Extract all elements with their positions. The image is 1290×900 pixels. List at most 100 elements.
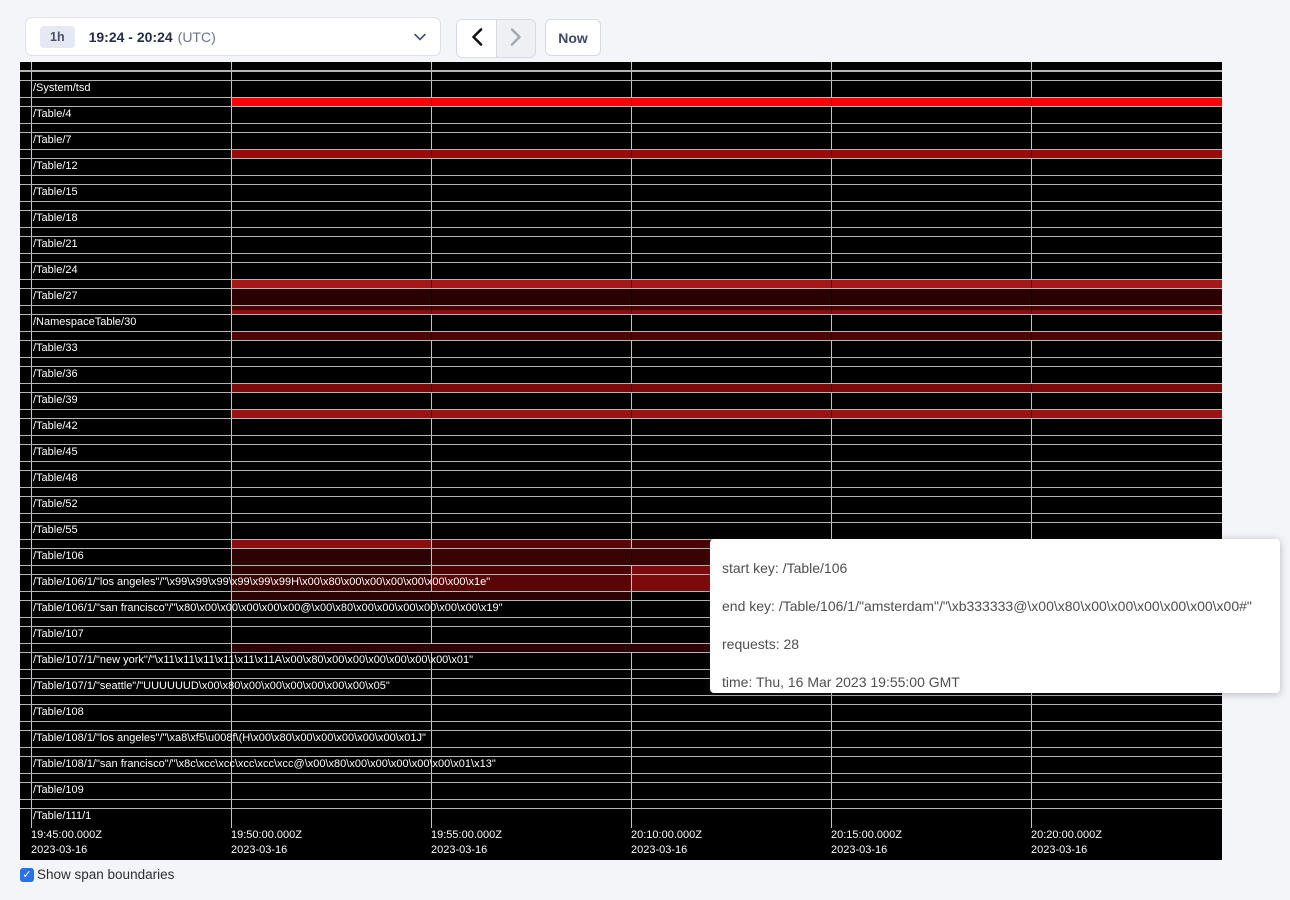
heat-cell[interactable] [1031,150,1222,158]
x-axis-date: 2023-03-16 [831,843,902,858]
heat-cell[interactable] [631,98,831,106]
row-label: /Table/52 [33,497,78,512]
heat-cell[interactable] [631,289,831,305]
heat-cell[interactable] [1031,410,1222,418]
heat-cell[interactable] [431,644,631,652]
now-button[interactable]: Now [545,19,601,56]
heat-cell[interactable] [1031,306,1222,314]
heatmap-row[interactable]: /Table/108/1/"san francisco"/"\x8c\xcc\x… [20,747,1222,773]
heatmap-row[interactable]: /Table/18 [20,201,1222,227]
x-axis-date: 2023-03-16 [31,843,102,858]
x-axis-label: 19:50:00.000Z2023-03-16 [231,828,302,858]
heat-cell[interactable] [831,289,1031,305]
heat-cell[interactable] [431,410,631,418]
heat-cell[interactable] [631,306,831,314]
heatmap-row[interactable]: /Table/36 [20,357,1222,383]
heat-cell[interactable] [232,644,431,652]
heat-cell[interactable] [232,332,431,340]
prev-range-button[interactable] [457,20,496,57]
next-range-button[interactable] [496,20,535,57]
row-label: /Table/48 [33,471,78,486]
heat-cell[interactable] [631,410,831,418]
heat-cell[interactable] [1031,280,1222,288]
row-label: /Table/107 [33,627,84,642]
row-label: /Table/21 [33,237,78,252]
heatmap-row[interactable]: /Table/52 [20,487,1222,513]
heatmap-row[interactable]: /NamespaceTable/30 [20,305,1222,331]
heatmap-row[interactable]: /Table/7 [20,123,1222,149]
heat-cell[interactable] [232,540,431,548]
time-range-badge: 1h [40,26,75,48]
heat-cell[interactable] [232,280,431,288]
heatmap-row[interactable]: /Table/12 [20,149,1222,175]
time-range-label: 19:24 - 20:24 [89,29,173,45]
heatmap-row[interactable]: /Table/39 [20,383,1222,409]
heatmap-row[interactable]: /Table/42 [20,409,1222,435]
heat-cell[interactable] [431,280,631,288]
time-range-select[interactable]: 1h 19:24 - 20:24 (UTC) [25,17,441,56]
row-label: /Table/107/1/"seattle"/"UUUUUUD\x00\x80\… [33,679,390,694]
heat-cell[interactable] [631,332,831,340]
row-label: /Table/36 [33,367,78,382]
heatmap-row[interactable]: /Table/109 [20,773,1222,799]
heat-cell[interactable] [432,549,631,565]
chevron-left-icon [471,28,483,49]
heat-cell[interactable] [831,150,1031,158]
heat-cell[interactable] [432,566,631,574]
x-axis-time: 19:50:00.000Z [231,828,302,843]
heatmap-row[interactable]: /Table/21 [20,227,1222,253]
heatmap-row[interactable]: /Table/48 [20,461,1222,487]
row-label: /Table/107/1/"new york"/"\x11\x11\x11\x1… [33,653,473,668]
heat-cell[interactable] [232,592,431,600]
heat-cell[interactable] [431,98,631,106]
x-axis-label: 19:45:00.000Z2023-03-16 [31,828,102,858]
heat-cell[interactable] [831,410,1031,418]
heatmap-row[interactable]: /Table/4 [20,97,1222,123]
x-axis-time: 20:15:00.000Z [831,828,902,843]
key-visualizer-canvas[interactable]: /System/tsd/Table/4/Table/7/Table/12/Tab… [20,62,1222,860]
heat-cell[interactable] [431,592,631,600]
heatmap-row[interactable]: /Table/111/1 [20,799,1222,825]
heat-cell[interactable] [431,332,631,340]
heat-cell[interactable] [1031,332,1222,340]
heatmap-row[interactable]: /Table/24 [20,253,1222,279]
row-label: /Table/39 [33,393,78,408]
heat-cell[interactable] [831,384,1031,392]
heat-cell[interactable] [631,280,831,288]
heat-cell[interactable] [431,289,631,305]
heat-cell[interactable] [831,306,1031,314]
x-axis-label: 20:10:00.000Z2023-03-16 [631,828,702,858]
heat-cell[interactable] [232,289,431,305]
row-label: /Table/12 [33,159,78,174]
heat-cell[interactable] [232,549,431,565]
heat-cell[interactable] [431,150,631,158]
heatmap-row[interactable]: /Table/27 [20,279,1222,305]
heat-cell[interactable] [1031,289,1222,305]
heatmap-row[interactable]: /Table/55 [20,513,1222,539]
heat-cell[interactable] [1031,384,1222,392]
heat-cell[interactable] [1031,98,1222,106]
x-axis: 19:45:00.000Z2023-03-1619:50:00.000Z2023… [20,825,1222,860]
heat-cell[interactable] [232,98,431,106]
heatmap-row[interactable]: /Table/33 [20,331,1222,357]
heat-cell[interactable] [631,384,831,392]
heat-cell[interactable] [232,384,431,392]
heat-cell[interactable] [232,306,431,314]
show-span-boundaries-checkbox[interactable]: ✓ [20,868,34,882]
heat-cell[interactable] [232,566,431,574]
heat-cell[interactable] [831,332,1031,340]
heat-cell[interactable] [631,150,831,158]
heat-cell[interactable] [831,280,1031,288]
heat-cell[interactable] [232,410,431,418]
span-boundaries-row: ✓ Show span boundaries [20,867,174,882]
heatmap-row[interactable]: /Table/108/1/"los angeles"/"\xa8\xf5\u00… [20,721,1222,747]
heat-cell[interactable] [232,150,431,158]
heat-cell[interactable] [431,306,631,314]
heatmap-row[interactable]: /Table/15 [20,175,1222,201]
heat-cell[interactable] [432,540,631,548]
tooltip-requests: requests: 28 [722,625,1268,663]
heatmap-row[interactable]: /System/tsd [20,71,1222,97]
heat-cell[interactable] [831,98,1031,106]
heat-cell[interactable] [431,384,631,392]
heatmap-row[interactable]: /Table/45 [20,435,1222,461]
